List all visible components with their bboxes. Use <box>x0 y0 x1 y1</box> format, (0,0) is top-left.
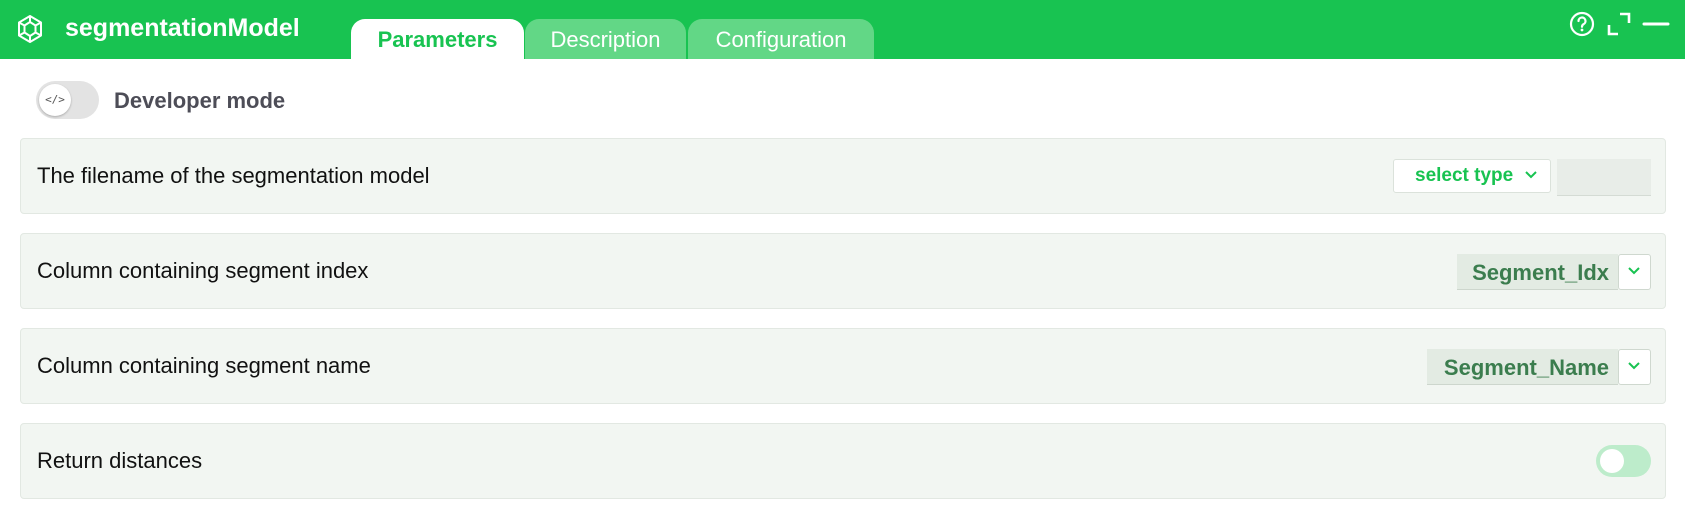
tab-label: Configuration <box>715 27 847 52</box>
chevron-down-icon <box>1628 362 1640 370</box>
param-label: The filename of the segmentation model <box>37 163 430 188</box>
expand-icon[interactable] <box>1605 10 1633 38</box>
app-title: segmentationModel <box>65 14 300 42</box>
tab-configuration[interactable]: Configuration <box>688 19 874 59</box>
select-type-dropdown[interactable]: select type <box>1393 159 1551 193</box>
param-label: Return distances <box>37 448 203 473</box>
developer-mode-toggle[interactable]: </> <box>36 81 99 119</box>
chevron-down-icon <box>1628 267 1640 275</box>
column-dropdown-button[interactable] <box>1618 349 1651 385</box>
header-bar: segmentationModel Parameters Description… <box>0 0 1685 59</box>
filename-input[interactable] <box>1557 159 1651 196</box>
select-type-label: select type <box>1415 165 1514 186</box>
param-label: Column containing segment index <box>37 258 369 283</box>
code-icon: </> <box>39 84 71 116</box>
return-distances-toggle[interactable] <box>1596 445 1651 477</box>
param-label: Column containing segment name <box>37 353 371 378</box>
param-row-return-distances: Return distances <box>20 423 1666 499</box>
param-row-model-filename: The filename of the segmentation model s… <box>20 138 1666 214</box>
help-icon[interactable] <box>1568 10 1596 38</box>
tab-label: Parameters <box>377 27 498 52</box>
chevron-down-icon <box>1525 171 1537 179</box>
network-cube-icon <box>18 15 42 43</box>
developer-mode-label: Developer mode <box>114 88 286 113</box>
minimize-icon[interactable] <box>1642 10 1670 38</box>
column-select-value[interactable]: Segment_Name <box>1427 349 1618 385</box>
tab-parameters[interactable]: Parameters <box>351 19 524 59</box>
tab-label: Description <box>550 27 661 52</box>
toggle-knob <box>1600 449 1624 473</box>
param-row-segment-index: Column containing segment index Segment_… <box>20 233 1666 309</box>
column-dropdown-button[interactable] <box>1618 254 1651 290</box>
column-select-value[interactable]: Segment_Idx <box>1457 254 1618 290</box>
tab-description[interactable]: Description <box>525 19 686 59</box>
param-row-segment-name: Column containing segment name Segment_N… <box>20 328 1666 404</box>
